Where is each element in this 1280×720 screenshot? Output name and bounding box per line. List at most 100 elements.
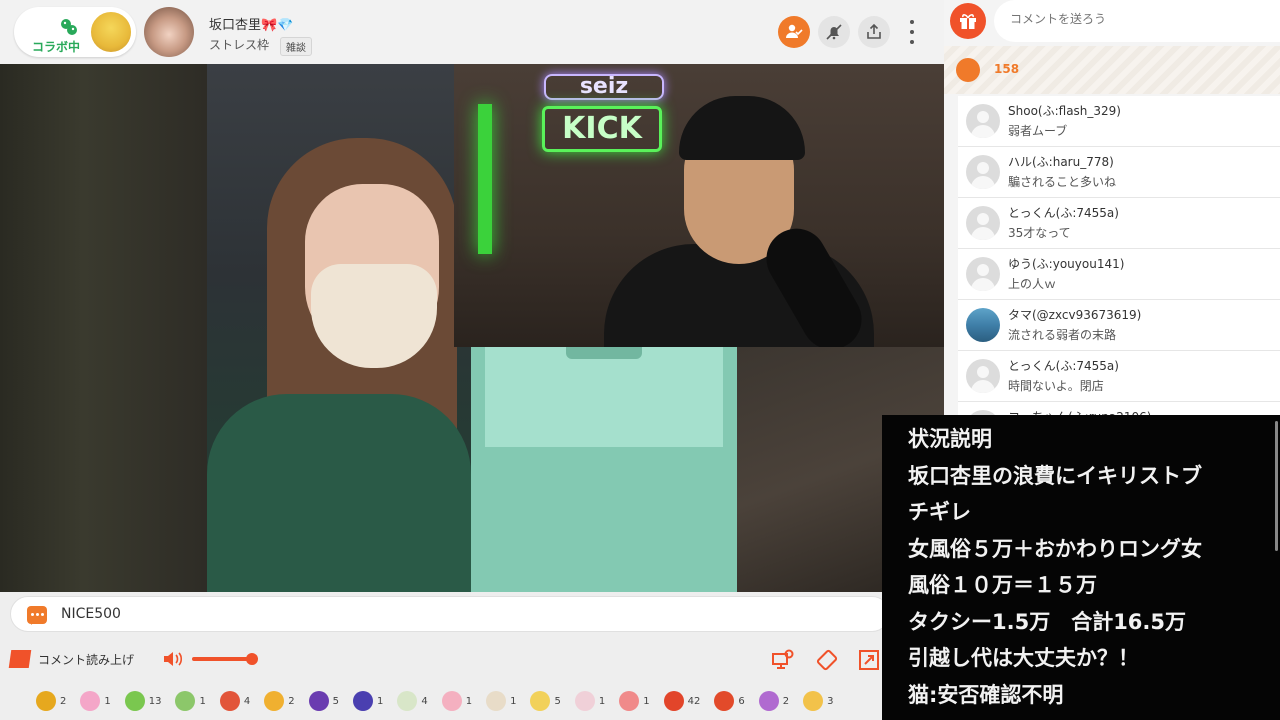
gift-icon	[352, 691, 373, 711]
gift-item[interactable]: 1	[352, 691, 383, 711]
gift-count: 2	[60, 695, 67, 707]
comment-item[interactable]: ハル(ふ:haru_778) 騙されること多いね	[958, 147, 1280, 198]
comment-list[interactable]: Shoo(ふ:flash_329) 弱者ムーブ ハル(ふ:haru_778) 騙される…	[958, 96, 1280, 416]
gift-icon	[80, 691, 101, 711]
collab-pill[interactable]: コラボ中	[14, 7, 136, 57]
gift-icon	[530, 691, 551, 711]
viewer-count-row: 158	[944, 46, 1280, 94]
gift-count: 2	[782, 695, 790, 707]
gift-item[interactable]: 3	[803, 691, 833, 711]
video-background-left	[0, 64, 207, 592]
comment-item[interactable]: タマ(@zxcv93673619) 流される弱者の末路	[958, 300, 1280, 351]
volume-slider-handle[interactable]	[246, 653, 258, 665]
commenter-avatar[interactable]	[966, 257, 1000, 291]
comment-item[interactable]: コーちゃん(ふ:runa2106)	[958, 402, 1280, 416]
collab-icon	[61, 19, 77, 35]
commenter-avatar[interactable]	[966, 206, 1000, 240]
host-name[interactable]: 坂口杏里🎀💎	[209, 14, 293, 33]
gift-item[interactable]: 1	[441, 691, 473, 711]
commenter-name[interactable]: ハル(ふ:haru_778)	[1008, 153, 1114, 170]
gift-item[interactable]: 1	[574, 691, 605, 711]
commenter-avatar[interactable]	[966, 155, 1000, 189]
overlay-line: 女風俗５万＋おかわりロング女	[908, 536, 1202, 561]
comment-item[interactable]: ゆう(ふ:youyou141) 上の人ｗ	[958, 249, 1280, 300]
category-badge: 雑談	[280, 37, 312, 56]
gift-icon	[803, 691, 824, 711]
clap-icon	[956, 58, 980, 82]
mute-button[interactable]	[818, 16, 850, 48]
comment-text: 35才なって	[1008, 226, 1071, 240]
commenter-name[interactable]: とっくん(ふ:7455a)	[1008, 357, 1119, 374]
gift-item[interactable]: 2	[264, 691, 295, 711]
commenter-name[interactable]: とっくん(ふ:7455a)	[1008, 204, 1119, 221]
gift-count: 6	[738, 695, 745, 707]
video-tile-placeholder	[471, 347, 737, 592]
commenter-name[interactable]: タマ(@zxcv93673619)	[1008, 306, 1141, 323]
volume-slider-track[interactable]	[192, 657, 254, 661]
gift-item[interactable]: 5	[530, 691, 561, 711]
rotate-icon[interactable]	[815, 648, 839, 672]
gift-icon	[574, 691, 595, 711]
gift-count: 1	[643, 695, 650, 707]
gift-item[interactable]: 6	[714, 691, 745, 711]
settings-monitor-icon[interactable]	[771, 648, 795, 672]
bell-off-icon	[826, 24, 842, 40]
commenter-name[interactable]: ゆう(ふ:youyou141)	[1008, 255, 1124, 272]
collab-partner-avatar[interactable]	[89, 10, 133, 54]
gift-item[interactable]: 5	[308, 691, 339, 711]
tts-label: コメント読み上げ	[38, 653, 135, 667]
pinned-comment-text: NICE500	[61, 606, 121, 622]
commenter-avatar[interactable]	[966, 359, 1000, 393]
overlay-line: 風俗１０万＝１５万	[908, 573, 1097, 597]
host-avatar[interactable]	[144, 7, 194, 57]
gift-count: 2	[288, 695, 295, 707]
comment-item[interactable]: とっくん(ふ:7455a) 35才なって	[958, 198, 1280, 249]
gift-icon	[663, 691, 684, 711]
gift-icon	[175, 691, 196, 711]
share-button[interactable]	[858, 16, 890, 48]
overlay-scrollbar[interactable]	[1275, 421, 1278, 551]
gift-item[interactable]: 2	[758, 691, 790, 711]
follow-button[interactable]	[778, 16, 810, 48]
gift-item[interactable]: 1	[619, 691, 650, 711]
gift-item[interactable]: 4	[219, 691, 250, 711]
comment-display-bar[interactable]: NICE500	[10, 596, 890, 632]
gift-item[interactable]: 13	[124, 691, 161, 711]
gift-item[interactable]: 1	[80, 691, 111, 711]
gift-count: 42	[687, 695, 701, 707]
gift-icon	[619, 691, 640, 711]
gift-item[interactable]: 1	[486, 691, 516, 711]
comment-input[interactable]	[1010, 12, 1260, 26]
commenter-avatar[interactable]	[966, 104, 1000, 138]
gift-item[interactable]: 1	[175, 691, 206, 711]
comment-item[interactable]: とっくん(ふ:7455a) 時間ないよ。閉店	[958, 351, 1280, 402]
video-player[interactable]: seiz KICK	[0, 64, 944, 592]
tts-toggle-icon[interactable]	[8, 650, 32, 668]
viewer-count: 158	[994, 62, 1020, 76]
overlay-line: 猫:安否確認不明	[908, 682, 1064, 707]
video-tile-host	[207, 64, 471, 592]
gift-count: 5	[332, 695, 339, 707]
gift-item[interactable]: 4	[397, 691, 428, 711]
gift-icon	[36, 691, 56, 711]
gift-icon	[264, 691, 285, 711]
gift-item[interactable]: 2	[36, 691, 66, 711]
gift-icon	[124, 691, 145, 711]
app-root: コラボ中 坂口杏里🎀💎 ストレス枠 雑談 seiz KICK NICE500 コ…	[0, 0, 1280, 720]
more-menu-icon[interactable]	[905, 20, 919, 44]
share-icon	[867, 23, 881, 39]
commenter-name[interactable]: Shoo(ふ:flash_329)	[1008, 102, 1121, 119]
gift-icon	[486, 691, 507, 711]
overlay-line: 坂口杏里の浪費にイキリストブ	[908, 463, 1202, 488]
fullscreen-icon[interactable]	[857, 648, 881, 672]
comment-input-field[interactable]	[994, 0, 1280, 42]
overlay-line: 引越し代は大丈夫か？！	[908, 646, 1139, 670]
commenter-avatar[interactable]	[966, 308, 1000, 342]
comment-item[interactable]: Shoo(ふ:flash_329) 弱者ムーブ	[958, 96, 1280, 147]
gift-button[interactable]	[950, 3, 986, 39]
neon-sign-main: KICK	[542, 106, 662, 152]
gift-item[interactable]: 42	[663, 691, 701, 711]
gift-count: 1	[465, 695, 473, 707]
speaker-icon[interactable]	[162, 651, 184, 667]
gift-count: 1	[199, 695, 206, 707]
